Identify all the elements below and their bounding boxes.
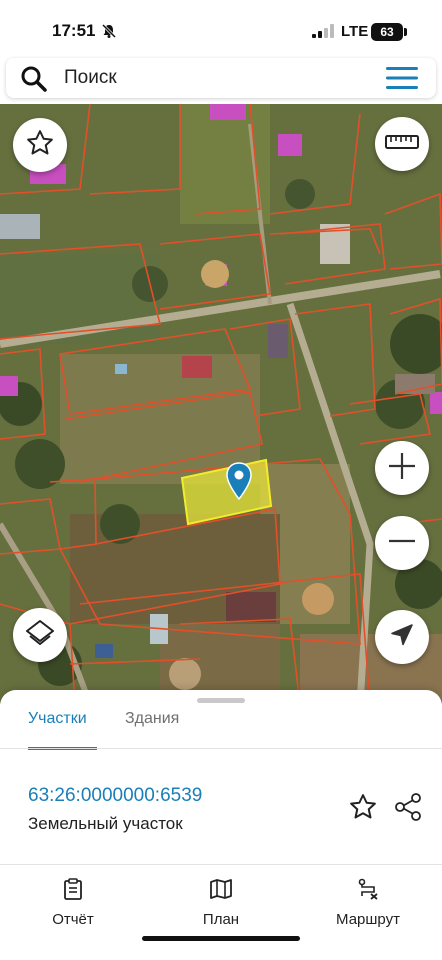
favorite-star-icon[interactable] [348, 792, 378, 827]
minus-icon [387, 526, 417, 561]
home-indicator [142, 936, 300, 941]
tab-buildings[interactable]: Здания [125, 710, 179, 750]
search-bar[interactable] [6, 58, 436, 98]
star-icon [25, 128, 55, 163]
battery-tip [404, 28, 407, 36]
muted-bell-icon [101, 23, 117, 44]
tabs-divider [0, 748, 442, 749]
nav-report[interactable]: Отчёт [13, 878, 133, 928]
tab-buildings-label: Здания [125, 710, 180, 727]
signal-icon [312, 24, 334, 43]
sheet-grabber[interactable] [197, 698, 245, 703]
share-icon[interactable] [393, 792, 423, 827]
plus-icon [387, 451, 417, 486]
ruler-button[interactable] [375, 117, 429, 171]
sheet-divider [0, 864, 442, 865]
report-icon [62, 878, 84, 904]
status-bar: 17:51 LTE 63 [0, 0, 442, 56]
map-icon [209, 879, 233, 904]
my-location-button[interactable] [375, 610, 429, 664]
navigation-arrow-icon [389, 622, 415, 653]
search-icon[interactable] [20, 65, 48, 98]
cadastral-number[interactable]: 63:26:0000000:6539 [28, 785, 202, 807]
map-imagery [0, 104, 442, 704]
nav-route-label: Маршрут [336, 911, 400, 928]
layers-button[interactable] [13, 608, 67, 662]
nav-report-label: Отчёт [52, 911, 94, 928]
search-input[interactable] [64, 64, 364, 92]
ruler-icon [385, 133, 419, 156]
zoom-out-button[interactable] [375, 516, 429, 570]
nav-route[interactable]: Маршрут [308, 878, 428, 928]
satellite-map[interactable] [0, 104, 442, 704]
favorites-button[interactable] [13, 118, 67, 172]
tab-parcels-label: Участки [28, 710, 87, 727]
tab-parcels[interactable]: Участки [28, 710, 97, 750]
location-pin-icon[interactable] [226, 462, 252, 505]
layers-icon [24, 617, 56, 654]
network-type: LTE [341, 23, 369, 40]
bottom-sheet: Участки Здания 63:26:0000000:6539 Земель… [0, 690, 442, 960]
status-time: 17:51 [52, 21, 96, 40]
menu-icon[interactable] [386, 67, 418, 94]
battery-icon: 63 [371, 23, 403, 41]
nav-plan-label: План [202, 911, 240, 928]
zoom-in-button[interactable] [375, 441, 429, 495]
route-icon [357, 878, 379, 904]
parcel-type: Земельный участок [28, 814, 183, 833]
nav-plan[interactable]: План [161, 878, 281, 928]
